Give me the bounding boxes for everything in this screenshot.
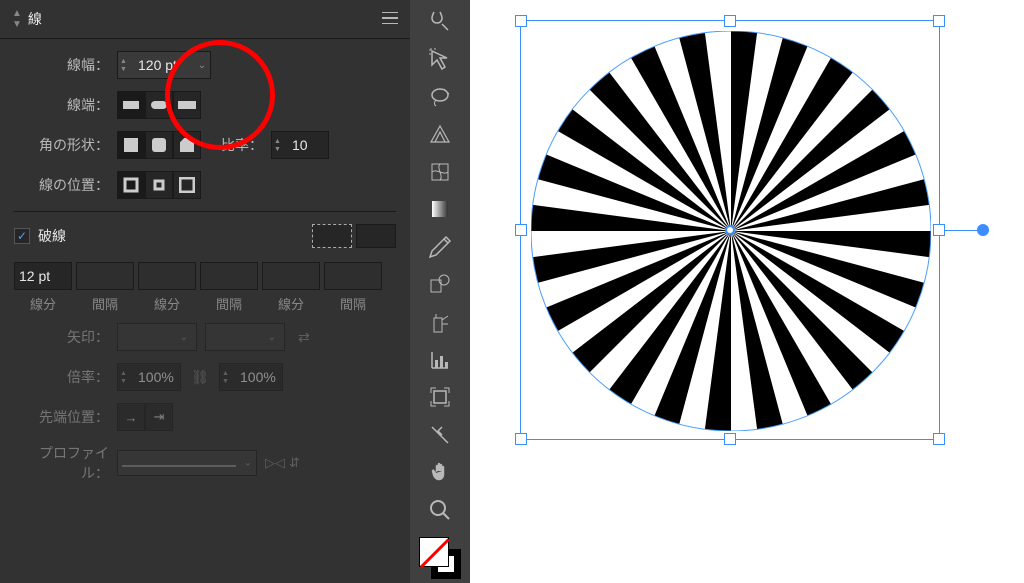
selection-handle[interactable] bbox=[724, 15, 736, 27]
dash-input-2[interactable] bbox=[138, 262, 196, 290]
dash-preserve-button[interactable] bbox=[312, 224, 352, 248]
join-miter-button[interactable] bbox=[117, 131, 145, 159]
stroke-panel: ▲▼ 線 線幅： ▲▼ 120 pt ⌄ 線端： bbox=[0, 0, 410, 583]
selection-handle[interactable] bbox=[933, 224, 945, 236]
panel-title: ▲▼ 線 bbox=[12, 8, 42, 30]
tip-label: 先端位置： bbox=[14, 407, 109, 427]
dash-input-4[interactable] bbox=[262, 262, 320, 290]
panel-title-text: 線 bbox=[28, 9, 42, 29]
tip-place-button[interactable]: ⇥ bbox=[145, 403, 173, 431]
stroke-width-label: 線幅： bbox=[14, 55, 109, 75]
rotation-line bbox=[945, 230, 977, 231]
dash-input-3[interactable] bbox=[200, 262, 258, 290]
profile-dropdown[interactable]: ⌄ bbox=[117, 450, 257, 476]
chevron-down-icon[interactable]: ⌄ bbox=[194, 60, 210, 71]
stepper-arrows-icon[interactable]: ▲▼ bbox=[118, 58, 134, 73]
panel-menu-icon[interactable] bbox=[382, 12, 398, 27]
dash-input-1[interactable] bbox=[76, 262, 134, 290]
scale-end-input[interactable]: ▲▼ 100% bbox=[219, 363, 283, 391]
perspective-tool-icon[interactable] bbox=[416, 117, 464, 153]
toolbar bbox=[410, 0, 470, 583]
rotation-handle[interactable] bbox=[977, 224, 989, 236]
stroke-width-input[interactable]: ▲▼ 120 pt ⌄ bbox=[117, 51, 211, 79]
flip-along-icon[interactable]: ▷◁ bbox=[265, 455, 285, 471]
panel-header: ▲▼ 線 bbox=[0, 0, 410, 39]
canvas[interactable] bbox=[470, 0, 1024, 583]
lasso-tool-icon[interactable] bbox=[416, 79, 464, 115]
scale-label: 倍率： bbox=[14, 367, 109, 387]
cap-butt-button[interactable] bbox=[117, 91, 145, 119]
dashed-checkbox[interactable]: ✓ bbox=[14, 228, 30, 244]
align-outside-button[interactable] bbox=[173, 171, 201, 199]
selection-handle[interactable] bbox=[933, 15, 945, 27]
gradient-tool-icon[interactable] bbox=[416, 192, 464, 228]
dash-label-1: 間隔 bbox=[76, 294, 134, 313]
cap-projecting-button[interactable] bbox=[173, 91, 201, 119]
dashed-label: 破線 bbox=[38, 226, 66, 246]
eyedropper-tool-icon[interactable] bbox=[416, 229, 464, 265]
zoom-tool-icon[interactable] bbox=[416, 492, 464, 528]
link-icon[interactable]: ⛓ bbox=[189, 369, 211, 386]
blend-tool-icon[interactable] bbox=[416, 267, 464, 303]
miter-limit-value[interactable]: 10 bbox=[288, 137, 328, 153]
cap-round-button[interactable] bbox=[145, 91, 173, 119]
miter-limit-input[interactable]: ▲▼ 10 bbox=[271, 131, 329, 159]
center-anchor[interactable] bbox=[725, 225, 735, 235]
dash-label-2: 線分 bbox=[138, 294, 196, 313]
collapse-arrows-icon[interactable]: ▲▼ bbox=[12, 8, 22, 30]
dash-label-4: 線分 bbox=[262, 294, 320, 313]
selection-tool-icon[interactable] bbox=[416, 42, 464, 78]
selection-handle[interactable] bbox=[724, 433, 736, 445]
align-inside-button[interactable] bbox=[145, 171, 173, 199]
stroke-width-value[interactable]: 120 pt bbox=[134, 57, 194, 73]
corner-label: 角の形状： bbox=[14, 135, 109, 155]
artboard-tool-icon[interactable] bbox=[416, 4, 464, 40]
graph-tool-icon[interactable] bbox=[416, 342, 464, 378]
profile-label: プロファイル： bbox=[14, 443, 109, 483]
arrow-label: 矢印： bbox=[14, 327, 109, 347]
ratio-label: 比率： bbox=[221, 135, 263, 155]
dash-input-5[interactable] bbox=[324, 262, 382, 290]
dash-align-button[interactable] bbox=[356, 224, 396, 248]
slice-tool-icon[interactable] bbox=[416, 417, 464, 453]
fill-stroke-swatch[interactable] bbox=[419, 537, 461, 578]
stepper-arrows-icon[interactable]: ▲▼ bbox=[272, 138, 288, 153]
selection-handle[interactable] bbox=[515, 15, 527, 27]
scale-start-input[interactable]: ▲▼ 100% bbox=[117, 363, 181, 391]
swap-arrows-icon[interactable]: ⇄ bbox=[293, 329, 315, 346]
selection-handle[interactable] bbox=[933, 433, 945, 445]
mesh-tool-icon[interactable] bbox=[416, 154, 464, 190]
selection-handle[interactable] bbox=[515, 433, 527, 445]
dash-label-0: 線分 bbox=[14, 294, 72, 313]
dash-input-0[interactable]: 12 pt bbox=[14, 262, 72, 290]
selection-handle[interactable] bbox=[515, 224, 527, 236]
align-label: 線の位置： bbox=[14, 175, 109, 195]
symbol-sprayer-tool-icon[interactable] bbox=[416, 304, 464, 340]
join-bevel-button[interactable] bbox=[173, 131, 201, 159]
dash-label-5: 間隔 bbox=[324, 294, 382, 313]
align-center-button[interactable] bbox=[117, 171, 145, 199]
arrow-start-dropdown[interactable]: ⌄ bbox=[117, 323, 197, 351]
arrow-end-dropdown[interactable]: ⌄ bbox=[205, 323, 285, 351]
dash-label-3: 間隔 bbox=[200, 294, 258, 313]
flip-across-icon[interactable]: ⇵ bbox=[289, 455, 300, 471]
artboard-tool2-icon[interactable] bbox=[416, 379, 464, 415]
cap-label: 線端： bbox=[14, 95, 109, 115]
fill-swatch[interactable] bbox=[419, 537, 449, 567]
hand-tool-icon[interactable] bbox=[416, 454, 464, 490]
join-round-button[interactable] bbox=[145, 131, 173, 159]
selection-bounding-box bbox=[520, 20, 940, 440]
tip-extend-button[interactable]: → bbox=[117, 403, 145, 431]
